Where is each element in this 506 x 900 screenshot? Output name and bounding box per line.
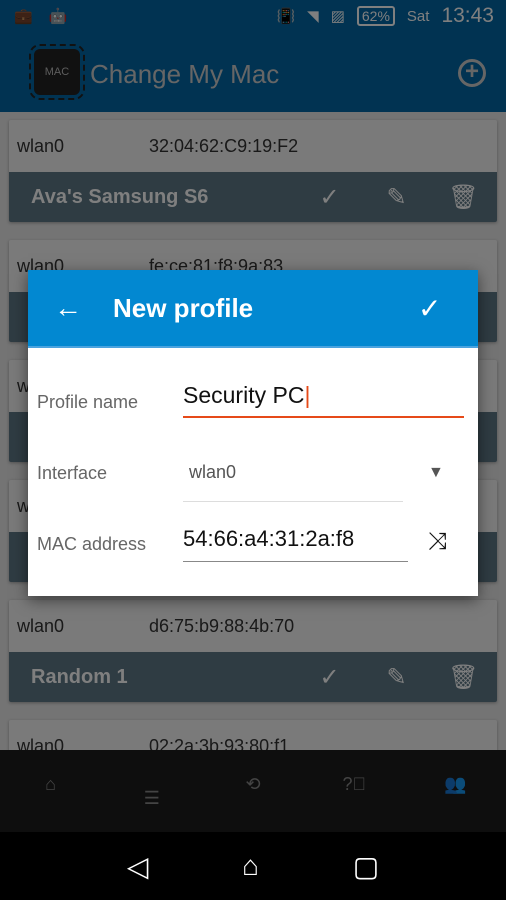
interface-select[interactable]: wlan0 [183, 456, 403, 502]
recents-icon[interactable]: ▢ [353, 850, 379, 883]
system-nav-bar: ◁ ⌂ ▢ [0, 832, 506, 900]
back-icon[interactable]: ◁ [127, 850, 149, 883]
profile-name-input[interactable]: Security PC| [183, 382, 464, 418]
text-cursor: | [304, 382, 311, 408]
mac-address-label: MAC address [37, 534, 147, 554]
back-arrow-icon[interactable]: ← [28, 292, 108, 324]
interface-value: wlan0 [189, 462, 237, 482]
shuffle-icon[interactable]: ⤨ [428, 528, 447, 556]
home-button-icon[interactable]: ⌂ [242, 850, 259, 882]
confirm-check-icon[interactable]: ✓ [418, 292, 478, 325]
new-profile-dialog: ← New profile ✓ Profile name Security PC… [28, 270, 478, 596]
profile-name-value: Security PC [183, 382, 305, 408]
interface-label: Interface [37, 463, 108, 483]
dropdown-arrow-icon[interactable]: ▼ [428, 464, 444, 482]
dialog-title: New profile [113, 292, 254, 323]
profile-name-label: Profile name [37, 392, 139, 412]
mac-address-input[interactable]: 54:66:a4:31:2a:f8 [183, 526, 408, 562]
